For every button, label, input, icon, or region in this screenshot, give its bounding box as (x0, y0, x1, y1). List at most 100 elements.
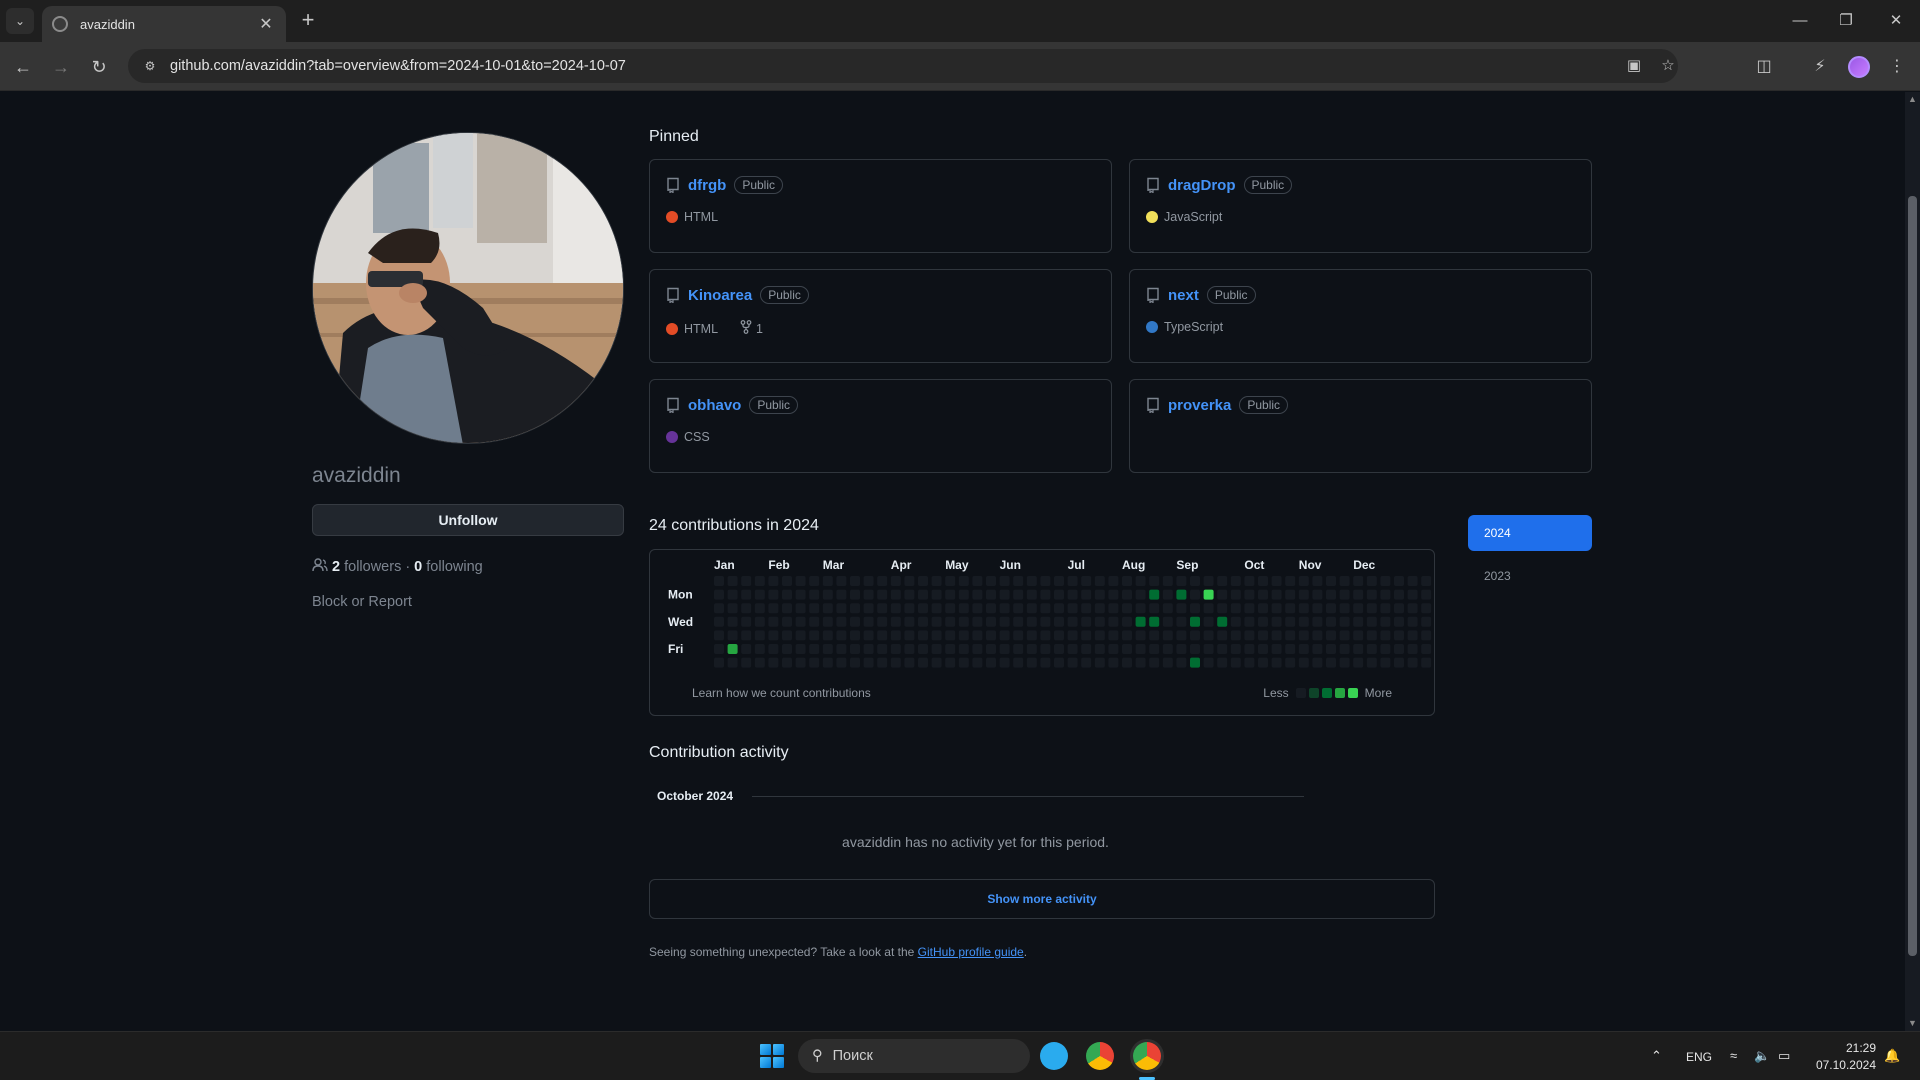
contribution-day[interactable] (1149, 644, 1160, 654)
contribution-day[interactable] (1040, 616, 1051, 627)
contribution-day[interactable] (727, 589, 738, 600)
contribution-day[interactable] (754, 657, 765, 668)
bookmark-star-icon[interactable]: ☆ (1658, 56, 1678, 76)
contribution-day[interactable] (1026, 657, 1037, 668)
contribution-day[interactable] (768, 657, 779, 668)
contribution-day[interactable] (972, 603, 983, 614)
contribution-day[interactable] (1176, 589, 1187, 600)
contribution-day[interactable] (850, 644, 860, 654)
contribution-day[interactable] (795, 589, 806, 600)
contribution-day[interactable] (1054, 657, 1064, 668)
contribution-day[interactable] (1054, 589, 1064, 600)
contribution-day[interactable] (1217, 644, 1228, 654)
contribution-day[interactable] (1271, 616, 1282, 627)
contribution-day[interactable] (1040, 589, 1051, 600)
contribution-day[interactable] (945, 657, 956, 668)
contribution-day[interactable] (931, 603, 942, 614)
contribution-day[interactable] (1094, 630, 1105, 641)
repo-forks-link[interactable]: 1 (740, 320, 763, 337)
contribution-day[interactable] (1135, 589, 1146, 600)
contribution-day[interactable] (1217, 576, 1228, 586)
chrome-profile-icon[interactable] (1133, 1042, 1161, 1070)
contribution-day[interactable] (1149, 657, 1160, 668)
contribution-day[interactable] (754, 630, 765, 641)
repo-name-link[interactable]: next (1168, 287, 1199, 304)
contribution-day[interactable] (1122, 644, 1132, 654)
contribution-day[interactable] (741, 616, 752, 627)
contribution-day[interactable] (1162, 616, 1173, 627)
contribution-day[interactable] (1421, 630, 1432, 641)
close-tab-icon[interactable]: ✕ (256, 14, 276, 34)
contribution-day[interactable] (1339, 589, 1350, 600)
contribution-day[interactable] (809, 603, 820, 614)
contribution-day[interactable] (1298, 589, 1309, 600)
contribution-day[interactable] (1258, 630, 1268, 641)
contribution-day[interactable] (1326, 603, 1336, 614)
contribution-day[interactable] (1339, 657, 1350, 668)
contribution-day[interactable] (768, 630, 779, 641)
contribution-day[interactable] (1217, 589, 1228, 600)
contribution-day[interactable] (727, 644, 738, 654)
contribution-day[interactable] (945, 616, 956, 627)
contribution-day[interactable] (768, 616, 779, 627)
contribution-day[interactable] (972, 657, 983, 668)
contribution-day[interactable] (958, 616, 969, 627)
telegram-icon[interactable] (1040, 1042, 1068, 1070)
contribution-day[interactable] (1366, 576, 1377, 586)
restore-button[interactable]: ❐ (1830, 8, 1862, 34)
contribution-day[interactable] (850, 576, 860, 586)
contribution-day[interactable] (1407, 644, 1418, 654)
minimize-button[interactable]: — (1784, 8, 1816, 34)
pinned-repo-card[interactable]: proverka Public (1129, 379, 1592, 473)
contribution-day[interactable] (795, 630, 806, 641)
contribution-day[interactable] (1026, 589, 1037, 600)
contribution-day[interactable] (863, 644, 874, 654)
contribution-day[interactable] (1312, 630, 1323, 641)
repo-name-link[interactable]: dfrgb (688, 177, 726, 194)
contribution-day[interactable] (1285, 657, 1296, 668)
contribution-day[interactable] (972, 589, 983, 600)
contribution-day[interactable] (1285, 576, 1296, 586)
clock-date[interactable]: 07.10.2024 (1812, 1058, 1876, 1072)
contribution-day[interactable] (999, 657, 1010, 668)
contribution-day[interactable] (904, 657, 915, 668)
contribution-day[interactable] (958, 603, 969, 614)
contribution-day[interactable] (741, 644, 752, 654)
contribution-day[interactable] (1013, 616, 1024, 627)
contribution-day[interactable] (999, 589, 1010, 600)
contribution-day[interactable] (1026, 616, 1037, 627)
contribution-day[interactable] (1040, 603, 1051, 614)
contribution-day[interactable] (1054, 576, 1064, 586)
contribution-day[interactable] (1421, 603, 1432, 614)
contribution-day[interactable] (1258, 644, 1268, 654)
contribution-day[interactable] (931, 616, 942, 627)
contribution-day[interactable] (768, 589, 779, 600)
contribution-day[interactable] (1298, 630, 1309, 641)
contribution-day[interactable] (1067, 603, 1078, 614)
contribution-day[interactable] (1312, 644, 1323, 654)
contribution-day[interactable] (1366, 603, 1377, 614)
contribution-day[interactable] (1366, 630, 1377, 641)
contribution-day[interactable] (1094, 576, 1105, 586)
contribution-day[interactable] (1067, 589, 1078, 600)
contribution-day[interactable] (1339, 603, 1350, 614)
contribution-day[interactable] (1108, 589, 1119, 600)
contribution-day[interactable] (1230, 616, 1241, 627)
contribution-day[interactable] (877, 630, 888, 641)
contribution-day[interactable] (822, 630, 833, 641)
contribution-day[interactable] (945, 630, 956, 641)
year-2024-button[interactable]: 2024 (1468, 515, 1592, 551)
contribution-day[interactable] (877, 644, 888, 654)
pinned-repo-card[interactable]: dfrgb Public HTML (649, 159, 1112, 253)
contribution-day[interactable] (1067, 576, 1078, 586)
contribution-day[interactable] (768, 576, 779, 586)
contribution-day[interactable] (754, 603, 765, 614)
contribution-day[interactable] (836, 616, 847, 627)
contribution-day[interactable] (727, 616, 738, 627)
contribution-day[interactable] (727, 657, 738, 668)
contribution-day[interactable] (1217, 603, 1228, 614)
contribution-day[interactable] (809, 616, 820, 627)
contribution-day[interactable] (1366, 657, 1377, 668)
contribution-day[interactable] (904, 576, 915, 586)
contribution-day[interactable] (1190, 657, 1200, 668)
